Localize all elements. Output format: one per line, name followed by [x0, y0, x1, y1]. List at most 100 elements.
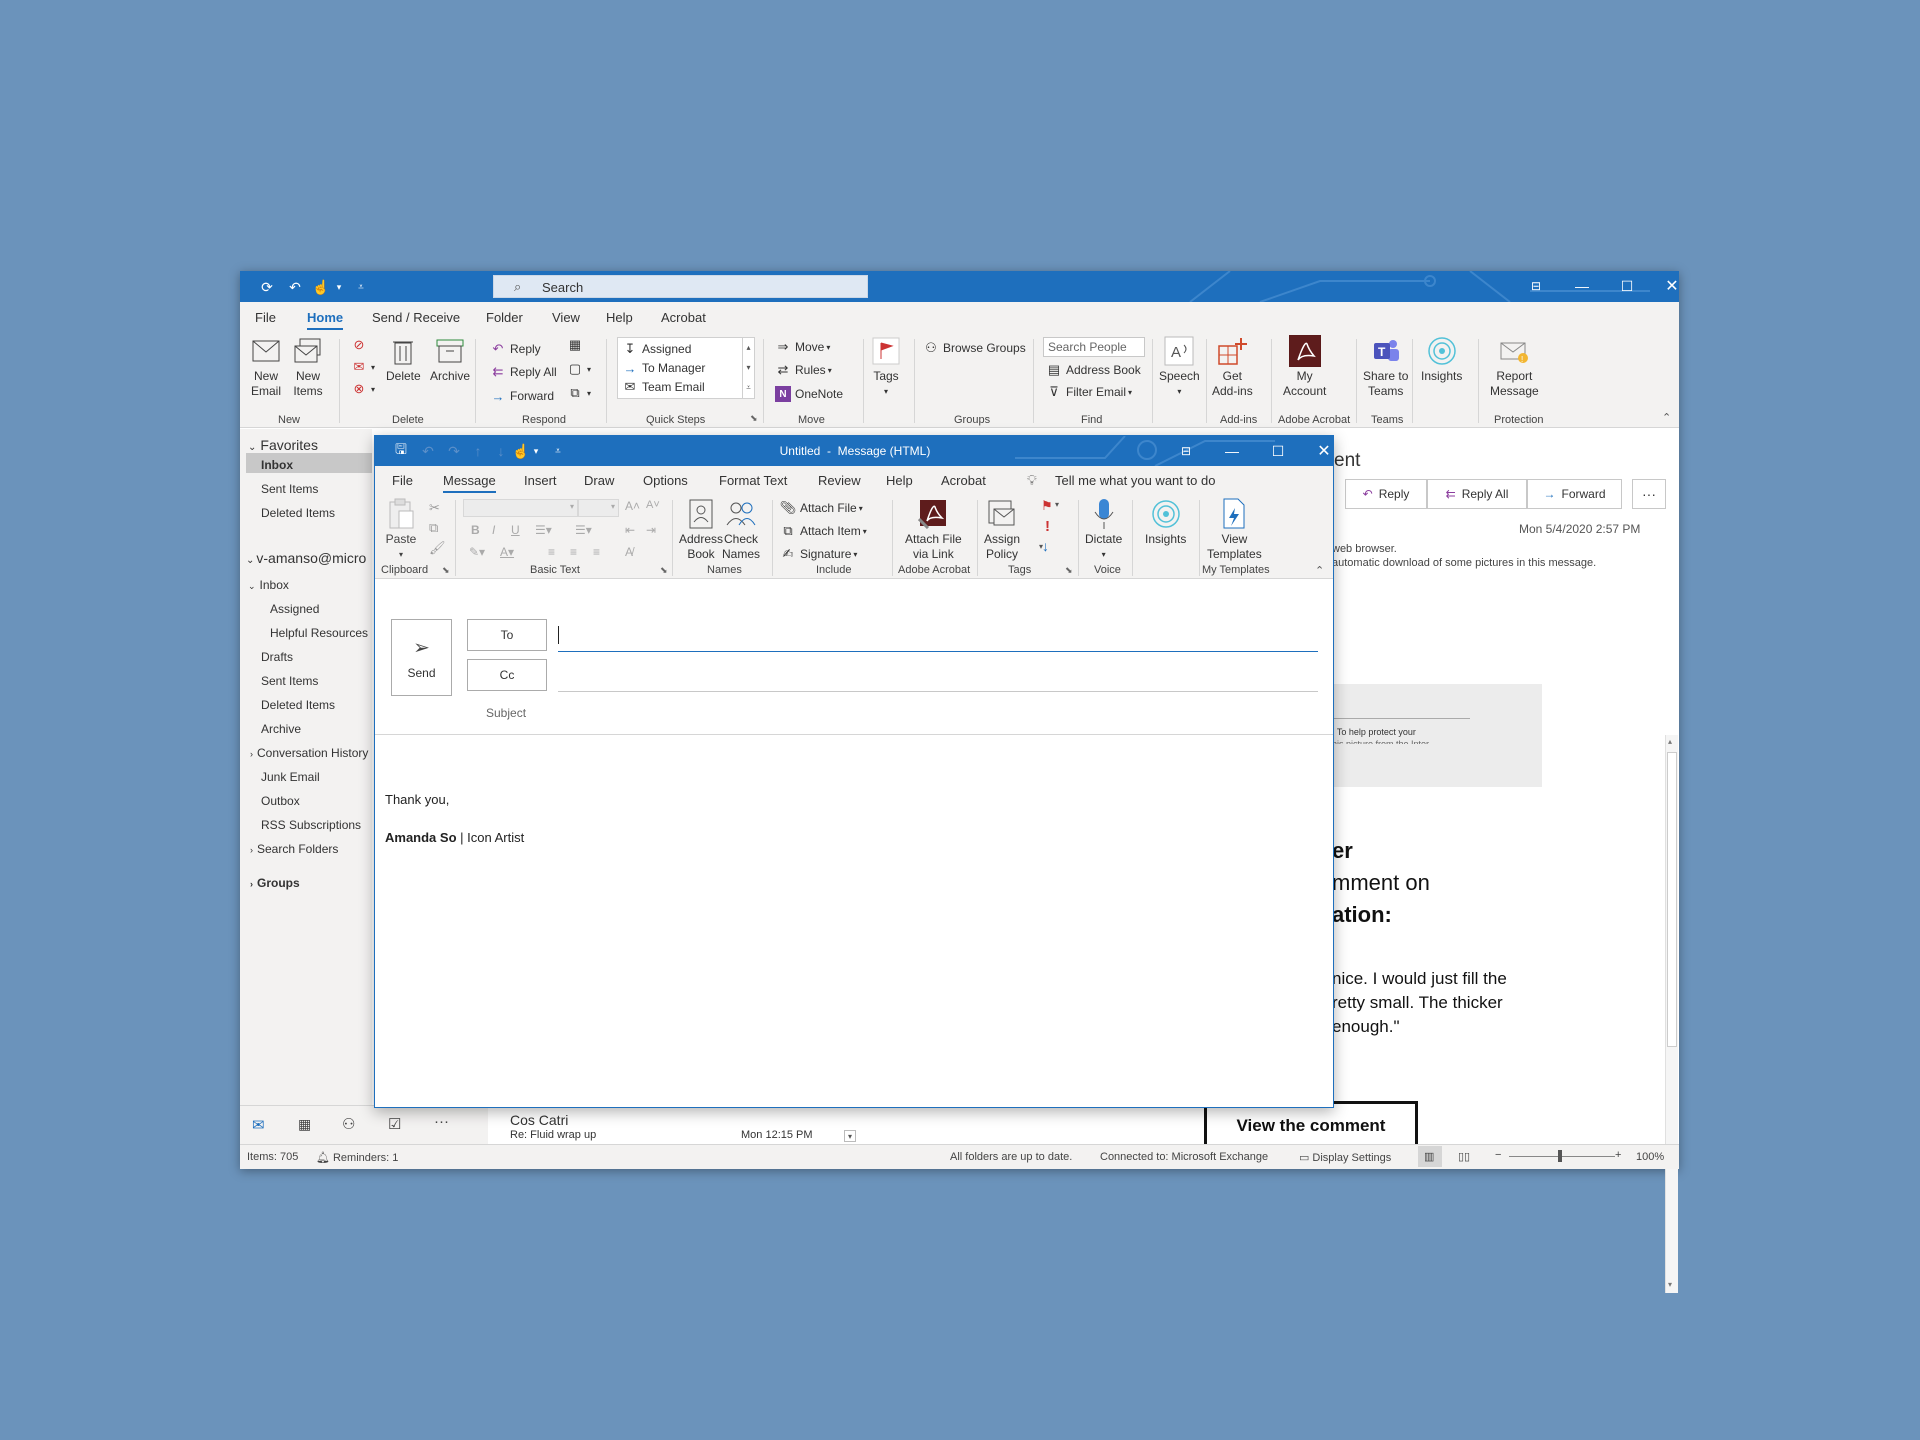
tab-message[interactable]: Message [443, 473, 496, 493]
report-message-button[interactable]: ! Report Message [1490, 335, 1539, 399]
bold-icon[interactable]: B [471, 523, 480, 537]
grow-font-icon[interactable]: A˄ [625, 499, 640, 513]
tab-view[interactable]: View [552, 310, 580, 325]
underline-icon[interactable]: U [511, 523, 520, 537]
tab-format-text[interactable]: Format Text [719, 473, 787, 488]
numbering-icon[interactable]: ☰▾ [575, 523, 592, 537]
get-addins-button[interactable]: Get Add-ins [1212, 335, 1253, 399]
new-items-button[interactable]: New Items [292, 335, 324, 399]
maximize-button[interactable]: ☐ [1263, 440, 1293, 462]
normal-view-button[interactable]: ▥ [1418, 1146, 1442, 1167]
message-body-editor[interactable]: Thank you, Amanda So | Icon Artist [385, 736, 1325, 1106]
paste-button[interactable]: Paste ▾ [385, 498, 417, 562]
reply-button[interactable]: ↶ Reply [490, 341, 541, 357]
attach-file-button[interactable]: 📎︎ Attach File ▾ [780, 500, 863, 516]
tab-send-receive[interactable]: Send / Receive [372, 310, 460, 325]
meeting-button[interactable]: ▦ [567, 337, 587, 353]
ribbon-display-options-icon[interactable]: ⊟ [1521, 275, 1551, 297]
rules-button[interactable]: ⇄ Rules ▾ [775, 362, 832, 378]
zoom-level[interactable]: 100% [1636, 1151, 1664, 1163]
my-account-button[interactable]: My Account [1283, 335, 1326, 399]
zoom-slider-thumb[interactable] [1558, 1150, 1562, 1162]
align-right-icon[interactable]: ≡ [593, 545, 600, 559]
tags-button[interactable]: Tags ▾ [870, 335, 902, 399]
onenote-button[interactable]: N OneNote [775, 386, 843, 402]
nav-drafts[interactable]: Drafts [261, 650, 293, 664]
undo-icon[interactable]: ↶ [286, 278, 304, 296]
qs-to-manager[interactable]: → To Manager [622, 360, 706, 376]
nav-search-folders[interactable]: › Search Folders [250, 842, 338, 856]
italic-icon[interactable]: I [492, 523, 495, 537]
more-respond-button[interactable]: ⧉ ▾ [567, 385, 591, 401]
status-reminders[interactable]: 🔔︎ Reminders: 1 [316, 1151, 398, 1164]
reading-view-icon[interactable]: ▯▯ [1458, 1150, 1470, 1163]
favorites-header[interactable]: ⌄ Favorites [248, 437, 318, 453]
calendar-icon[interactable]: ▦ [298, 1116, 311, 1133]
align-left-icon[interactable]: ≡ [548, 545, 555, 559]
tell-me-search[interactable]: Tell me what you want to do [1055, 473, 1215, 488]
scroll-up-icon[interactable]: ▴ [1668, 737, 1672, 746]
tab-file[interactable]: File [392, 473, 413, 488]
collapse-ribbon-icon[interactable]: ⌃ [1662, 411, 1671, 424]
zoom-slider[interactable] [1509, 1156, 1615, 1157]
zoom-out-button[interactable]: − [1495, 1149, 1501, 1161]
align-center-icon[interactable]: ≡ [570, 545, 577, 559]
tab-file[interactable]: File [255, 310, 276, 325]
signature-button[interactable]: ✍︎ Signature ▾ [780, 546, 858, 562]
zoom-in-button[interactable]: + [1615, 1149, 1621, 1161]
tab-folder[interactable]: Folder [486, 310, 523, 325]
nav-junk[interactable]: Junk Email [261, 770, 320, 784]
search-people-input[interactable]: Search People [1043, 337, 1145, 357]
im-button[interactable]: ▢ ▾ [567, 361, 591, 377]
tab-acrobat[interactable]: Acrobat [941, 473, 986, 488]
highlight-icon[interactable]: ✎▾ [469, 545, 485, 559]
speech-button[interactable]: A Speech ▾ [1159, 335, 1200, 399]
clear-formatting-icon[interactable]: A̸ [625, 545, 633, 559]
mail-icon[interactable]: ✉ [252, 1116, 265, 1134]
touch-mode-icon[interactable]: ☝ [312, 278, 330, 296]
tasks-icon[interactable]: ☑ [388, 1115, 401, 1133]
nav-deleted[interactable]: Deleted Items [261, 698, 335, 712]
tab-help[interactable]: Help [886, 473, 913, 488]
nav-favorite-inbox[interactable]: Inbox [261, 458, 293, 472]
address-book-button[interactable]: Address Book [679, 498, 723, 562]
clean-up-button[interactable]: ✉ ▾ [351, 359, 375, 375]
nav-outbox[interactable]: Outbox [261, 794, 300, 808]
tab-insert[interactable]: Insert [524, 473, 557, 488]
quick-steps-scroll[interactable]: ▴ ▾ ⩡ [742, 337, 755, 399]
new-email-button[interactable]: New Email [250, 335, 282, 399]
browse-groups-button[interactable]: ⚇ Browse Groups [923, 340, 1026, 356]
dialog-launcher-icon[interactable]: ⬊ [660, 565, 668, 576]
customize-qat-icon[interactable]: ⩡ [352, 278, 370, 296]
font-color-icon[interactable]: A▾ [500, 545, 514, 559]
people-icon[interactable]: ⚇ [342, 1115, 355, 1133]
dialog-launcher-icon[interactable]: ⬊ [442, 565, 450, 576]
shrink-font-icon[interactable]: A˅ [646, 499, 660, 511]
qs-team-email[interactable]: ✉ Team Email [622, 379, 705, 395]
to-button[interactable]: To [467, 619, 547, 651]
attach-item-button[interactable]: ⧉ Attach Item ▾ [780, 523, 866, 539]
more-actions-button[interactable]: ··· [1632, 479, 1666, 509]
tab-home[interactable]: Home [307, 310, 344, 330]
message-sender[interactable]: Cos Catri [510, 1112, 568, 1128]
close-button[interactable]: ✕ [1657, 275, 1679, 297]
cc-button[interactable]: Cc [467, 659, 547, 691]
cut-icon[interactable]: ✂ [429, 500, 440, 516]
decrease-indent-icon[interactable]: ⇤ [625, 523, 635, 537]
close-button[interactable]: ✕ [1309, 440, 1333, 462]
dictate-button[interactable]: Dictate ▾ [1085, 498, 1122, 562]
qs-assigned[interactable]: ↧ Assigned [622, 341, 692, 357]
nav-assigned[interactable]: Assigned [270, 602, 319, 616]
delete-button[interactable]: Delete [386, 335, 421, 384]
move-button[interactable]: ⇒ Move ▾ [775, 339, 831, 355]
display-settings-button[interactable]: ▭ Display Settings [1299, 1151, 1391, 1164]
reply-all-button[interactable]: ⇇ Reply All [490, 364, 557, 380]
minimize-button[interactable]: — [1217, 440, 1247, 462]
filter-email-button[interactable]: ⊽ Filter Email ▾ [1046, 384, 1132, 400]
message-subject[interactable]: Re: Fluid wrap up [510, 1129, 596, 1141]
search-input[interactable]: ⌕ Search [493, 275, 868, 298]
account-header[interactable]: ⌄ v-amanso@micro [246, 550, 366, 566]
low-importance-icon[interactable]: ↓ [1042, 538, 1049, 554]
scrollbar-thumb[interactable] [1667, 752, 1677, 1047]
reading-forward-button[interactable]: → Forward [1527, 479, 1622, 509]
